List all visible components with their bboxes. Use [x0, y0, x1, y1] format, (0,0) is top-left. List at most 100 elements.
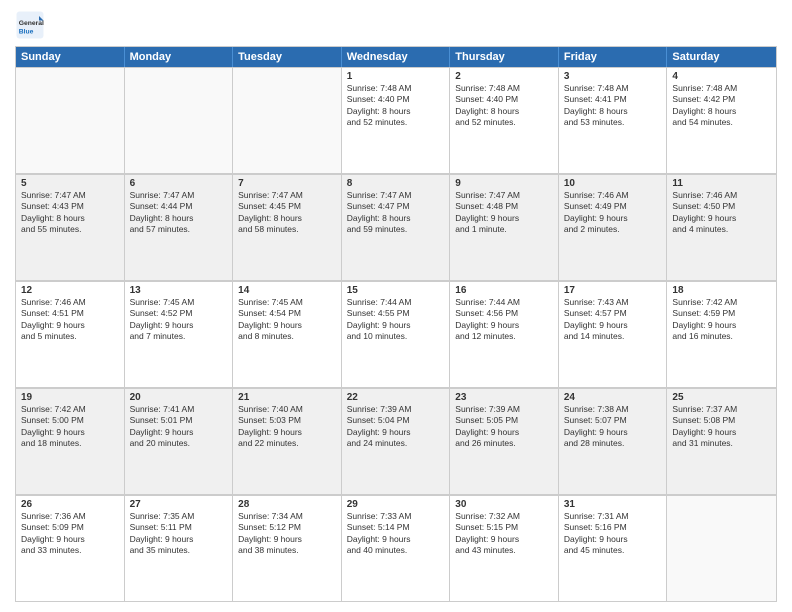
calendar-cell: 29Sunrise: 7:33 AM Sunset: 5:14 PM Dayli…: [342, 495, 451, 601]
cell-content: Sunrise: 7:45 AM Sunset: 4:52 PM Dayligh…: [130, 297, 228, 343]
header-day-friday: Friday: [559, 47, 668, 67]
cell-content: Sunrise: 7:46 AM Sunset: 4:51 PM Dayligh…: [21, 297, 119, 343]
header-day-thursday: Thursday: [450, 47, 559, 67]
calendar-cell: 16Sunrise: 7:44 AM Sunset: 4:56 PM Dayli…: [450, 281, 559, 387]
calendar-row-5: 26Sunrise: 7:36 AM Sunset: 5:09 PM Dayli…: [16, 495, 776, 601]
day-number: 25: [672, 392, 771, 403]
header: General Blue: [15, 10, 777, 40]
calendar-cell: 24Sunrise: 7:38 AM Sunset: 5:07 PM Dayli…: [559, 388, 668, 494]
cell-content: Sunrise: 7:36 AM Sunset: 5:09 PM Dayligh…: [21, 511, 119, 557]
cell-content: Sunrise: 7:47 AM Sunset: 4:45 PM Dayligh…: [238, 190, 336, 236]
calendar-cell: 27Sunrise: 7:35 AM Sunset: 5:11 PM Dayli…: [125, 495, 234, 601]
calendar-cell: 14Sunrise: 7:45 AM Sunset: 4:54 PM Dayli…: [233, 281, 342, 387]
day-number: 21: [238, 392, 336, 403]
calendar-cell: 2Sunrise: 7:48 AM Sunset: 4:40 PM Daylig…: [450, 67, 559, 173]
calendar: SundayMondayTuesdayWednesdayThursdayFrid…: [15, 46, 777, 602]
calendar-cell: [233, 67, 342, 173]
day-number: 19: [21, 392, 119, 403]
calendar-cell: 6Sunrise: 7:47 AM Sunset: 4:44 PM Daylig…: [125, 174, 234, 280]
calendar-row-3: 12Sunrise: 7:46 AM Sunset: 4:51 PM Dayli…: [16, 281, 776, 388]
day-number: 14: [238, 285, 336, 296]
day-number: 31: [564, 499, 662, 510]
cell-content: Sunrise: 7:37 AM Sunset: 5:08 PM Dayligh…: [672, 404, 771, 450]
calendar-cell: 9Sunrise: 7:47 AM Sunset: 4:48 PM Daylig…: [450, 174, 559, 280]
day-number: 30: [455, 499, 553, 510]
cell-content: Sunrise: 7:47 AM Sunset: 4:43 PM Dayligh…: [21, 190, 119, 236]
calendar-cell: 12Sunrise: 7:46 AM Sunset: 4:51 PM Dayli…: [16, 281, 125, 387]
calendar-cell: 11Sunrise: 7:46 AM Sunset: 4:50 PM Dayli…: [667, 174, 776, 280]
day-number: 29: [347, 499, 445, 510]
cell-content: Sunrise: 7:34 AM Sunset: 5:12 PM Dayligh…: [238, 511, 336, 557]
day-number: 22: [347, 392, 445, 403]
cell-content: Sunrise: 7:39 AM Sunset: 5:04 PM Dayligh…: [347, 404, 445, 450]
calendar-cell: 10Sunrise: 7:46 AM Sunset: 4:49 PM Dayli…: [559, 174, 668, 280]
cell-content: Sunrise: 7:48 AM Sunset: 4:40 PM Dayligh…: [455, 83, 553, 129]
cell-content: Sunrise: 7:48 AM Sunset: 4:42 PM Dayligh…: [672, 83, 771, 129]
calendar-cell: [16, 67, 125, 173]
calendar-cell: 23Sunrise: 7:39 AM Sunset: 5:05 PM Dayli…: [450, 388, 559, 494]
day-number: 13: [130, 285, 228, 296]
calendar-header: SundayMondayTuesdayWednesdayThursdayFrid…: [16, 47, 776, 67]
day-number: 28: [238, 499, 336, 510]
calendar-cell: 21Sunrise: 7:40 AM Sunset: 5:03 PM Dayli…: [233, 388, 342, 494]
calendar-cell: [125, 67, 234, 173]
calendar-row-4: 19Sunrise: 7:42 AM Sunset: 5:00 PM Dayli…: [16, 388, 776, 495]
calendar-cell: 5Sunrise: 7:47 AM Sunset: 4:43 PM Daylig…: [16, 174, 125, 280]
cell-content: Sunrise: 7:33 AM Sunset: 5:14 PM Dayligh…: [347, 511, 445, 557]
calendar-cell: 8Sunrise: 7:47 AM Sunset: 4:47 PM Daylig…: [342, 174, 451, 280]
day-number: 7: [238, 178, 336, 189]
header-day-sunday: Sunday: [16, 47, 125, 67]
calendar-cell: 22Sunrise: 7:39 AM Sunset: 5:04 PM Dayli…: [342, 388, 451, 494]
day-number: 17: [564, 285, 662, 296]
cell-content: Sunrise: 7:39 AM Sunset: 5:05 PM Dayligh…: [455, 404, 553, 450]
cell-content: Sunrise: 7:47 AM Sunset: 4:47 PM Dayligh…: [347, 190, 445, 236]
day-number: 1: [347, 71, 445, 82]
header-day-monday: Monday: [125, 47, 234, 67]
cell-content: Sunrise: 7:38 AM Sunset: 5:07 PM Dayligh…: [564, 404, 662, 450]
day-number: 10: [564, 178, 662, 189]
day-number: 18: [672, 285, 771, 296]
page: General Blue SundayMondayTuesdayWednesda…: [0, 0, 792, 612]
cell-content: Sunrise: 7:47 AM Sunset: 4:44 PM Dayligh…: [130, 190, 228, 236]
day-number: 2: [455, 71, 553, 82]
cell-content: Sunrise: 7:45 AM Sunset: 4:54 PM Dayligh…: [238, 297, 336, 343]
logo-icon: General Blue: [15, 10, 45, 40]
day-number: 26: [21, 499, 119, 510]
calendar-cell: 30Sunrise: 7:32 AM Sunset: 5:15 PM Dayli…: [450, 495, 559, 601]
day-number: 3: [564, 71, 662, 82]
day-number: 20: [130, 392, 228, 403]
cell-content: Sunrise: 7:46 AM Sunset: 4:49 PM Dayligh…: [564, 190, 662, 236]
cell-content: Sunrise: 7:48 AM Sunset: 4:40 PM Dayligh…: [347, 83, 445, 129]
calendar-cell: 18Sunrise: 7:42 AM Sunset: 4:59 PM Dayli…: [667, 281, 776, 387]
cell-content: Sunrise: 7:44 AM Sunset: 4:55 PM Dayligh…: [347, 297, 445, 343]
day-number: 24: [564, 392, 662, 403]
calendar-row-1: 1Sunrise: 7:48 AM Sunset: 4:40 PM Daylig…: [16, 67, 776, 174]
day-number: 9: [455, 178, 553, 189]
day-number: 16: [455, 285, 553, 296]
calendar-cell: 25Sunrise: 7:37 AM Sunset: 5:08 PM Dayli…: [667, 388, 776, 494]
day-number: 27: [130, 499, 228, 510]
calendar-cell: 15Sunrise: 7:44 AM Sunset: 4:55 PM Dayli…: [342, 281, 451, 387]
day-number: 12: [21, 285, 119, 296]
cell-content: Sunrise: 7:44 AM Sunset: 4:56 PM Dayligh…: [455, 297, 553, 343]
calendar-cell: [667, 495, 776, 601]
calendar-cell: 19Sunrise: 7:42 AM Sunset: 5:00 PM Dayli…: [16, 388, 125, 494]
cell-content: Sunrise: 7:48 AM Sunset: 4:41 PM Dayligh…: [564, 83, 662, 129]
cell-content: Sunrise: 7:40 AM Sunset: 5:03 PM Dayligh…: [238, 404, 336, 450]
day-number: 15: [347, 285, 445, 296]
svg-text:Blue: Blue: [19, 28, 34, 35]
calendar-cell: 31Sunrise: 7:31 AM Sunset: 5:16 PM Dayli…: [559, 495, 668, 601]
day-number: 23: [455, 392, 553, 403]
cell-content: Sunrise: 7:47 AM Sunset: 4:48 PM Dayligh…: [455, 190, 553, 236]
cell-content: Sunrise: 7:31 AM Sunset: 5:16 PM Dayligh…: [564, 511, 662, 557]
cell-content: Sunrise: 7:32 AM Sunset: 5:15 PM Dayligh…: [455, 511, 553, 557]
calendar-cell: 13Sunrise: 7:45 AM Sunset: 4:52 PM Dayli…: [125, 281, 234, 387]
cell-content: Sunrise: 7:42 AM Sunset: 5:00 PM Dayligh…: [21, 404, 119, 450]
calendar-body: 1Sunrise: 7:48 AM Sunset: 4:40 PM Daylig…: [16, 67, 776, 601]
calendar-cell: 17Sunrise: 7:43 AM Sunset: 4:57 PM Dayli…: [559, 281, 668, 387]
calendar-cell: 7Sunrise: 7:47 AM Sunset: 4:45 PM Daylig…: [233, 174, 342, 280]
calendar-cell: 26Sunrise: 7:36 AM Sunset: 5:09 PM Dayli…: [16, 495, 125, 601]
cell-content: Sunrise: 7:43 AM Sunset: 4:57 PM Dayligh…: [564, 297, 662, 343]
cell-content: Sunrise: 7:35 AM Sunset: 5:11 PM Dayligh…: [130, 511, 228, 557]
calendar-cell: 1Sunrise: 7:48 AM Sunset: 4:40 PM Daylig…: [342, 67, 451, 173]
